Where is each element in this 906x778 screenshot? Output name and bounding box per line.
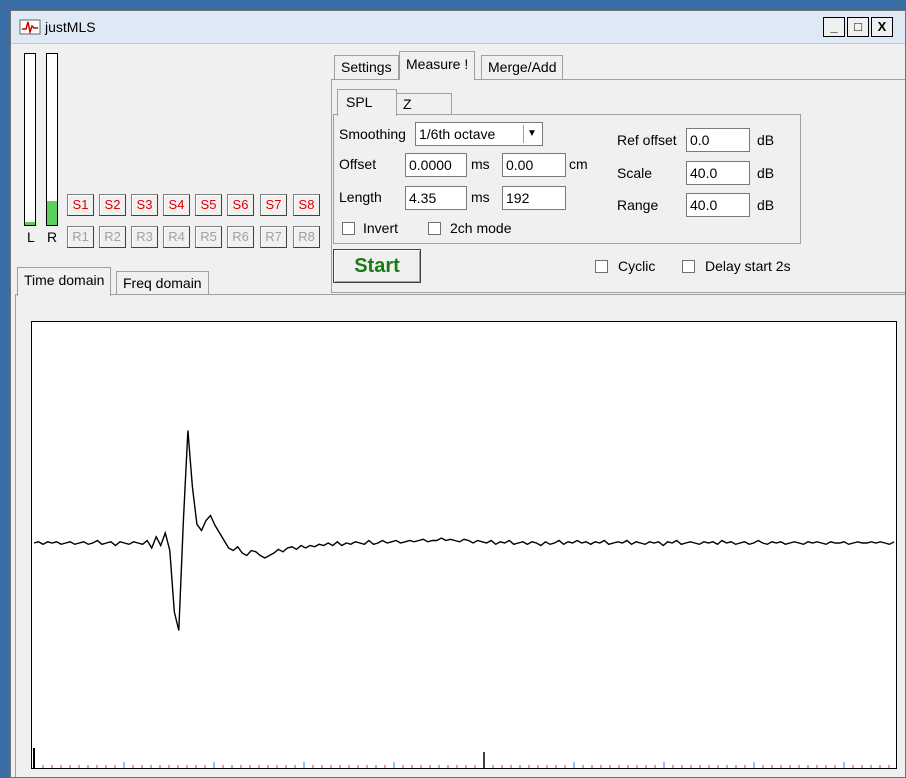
smoothing-label: Smoothing [339,126,406,142]
recall-slot-button-3[interactable]: R3 [131,226,158,248]
store-slot-button-2[interactable]: S2 [99,194,126,216]
minimize-button[interactable]: _ [823,17,845,37]
range-field[interactable]: 40.0 [686,193,750,217]
smoothing-select[interactable]: 1/6th octave ▼ [415,122,543,146]
store-slot-button-8[interactable]: S8 [293,194,320,216]
store-slot-button-6[interactable]: S6 [227,194,254,216]
length-ms-field[interactable]: 4.35 [405,186,467,210]
recall-slot-button-8[interactable]: R8 [293,226,320,248]
close-button[interactable]: X [871,17,893,37]
ref-offset-unit: dB [757,132,775,148]
ref-offset-field[interactable]: 0.0 [686,128,750,152]
length-samples-field[interactable]: 192 [502,186,566,210]
invert-checkbox[interactable] [342,222,355,235]
store-slot-button-3[interactable]: S3 [131,194,158,216]
tab-time-domain[interactable]: Time domain [17,267,112,296]
tab-spl[interactable]: SPL [337,89,397,116]
window-title: justMLS [45,19,96,35]
tab-z[interactable]: Z [396,93,452,115]
store-slot-button-1[interactable]: S1 [67,194,94,216]
store-slot-button-5[interactable]: S5 [195,194,222,216]
left-meter-label: L [27,229,35,245]
maximize-button[interactable]: □ [847,17,869,37]
tab-measure[interactable]: Measure ! [399,51,476,80]
delay-start-checkbox[interactable] [682,260,695,273]
ref-offset-label: Ref offset [617,132,677,148]
left-level-meter [24,53,36,226]
scale-field[interactable]: 40.0 [686,161,750,185]
cyclic-label: Cyclic [618,258,656,274]
offset-ms-unit: ms [471,156,490,172]
tab-settings[interactable]: Settings [334,55,399,79]
invert-label: Invert [363,220,399,236]
impulse-response-chart [33,430,895,768]
recall-slot-button-7[interactable]: R7 [260,226,287,248]
recall-slot-button-5[interactable]: R5 [195,226,222,248]
range-label: Range [617,197,659,213]
offset-cm-unit: cm [569,156,588,172]
title-bar[interactable]: justMLS _ □ X [11,11,905,44]
right-level-fill [47,201,57,225]
app-icon [19,19,41,35]
recall-slot-button-6[interactable]: R6 [227,226,254,248]
chevron-down-icon[interactable]: ▼ [523,125,540,143]
time-domain-plot[interactable] [31,321,897,769]
length-label: Length [339,189,382,205]
2ch-mode-checkbox[interactable] [428,222,441,235]
delay-start-label: Delay start 2s [705,258,791,274]
right-level-meter [46,53,58,226]
recall-slot-button-2[interactable]: R2 [99,226,126,248]
left-level-fill [25,221,35,225]
impulse-trace [33,430,895,631]
offset-ms-field[interactable]: 0.0000 [405,153,467,177]
tab-freq-domain[interactable]: Freq domain [116,271,209,295]
tab-merge-add[interactable]: Merge/Add [481,55,564,79]
scale-label: Scale [617,165,653,181]
length-ms-unit: ms [471,189,490,205]
cyclic-checkbox[interactable] [595,260,608,273]
offset-cm-field[interactable]: 0.00 [502,153,566,177]
smoothing-value: 1/6th octave [419,126,496,142]
recall-slot-button-1[interactable]: R1 [67,226,94,248]
range-unit: dB [757,197,775,213]
scale-unit: dB [757,165,775,181]
right-meter-label: R [47,229,58,245]
store-slot-button-7[interactable]: S7 [260,194,287,216]
store-slot-button-4[interactable]: S4 [163,194,190,216]
start-button[interactable]: Start [333,249,421,283]
recall-slot-button-4[interactable]: R4 [163,226,190,248]
app-window: justMLS _ □ X L R Settings Measure ! Mer… [10,10,906,778]
offset-label: Offset [339,156,377,172]
2ch-mode-label: 2ch mode [450,220,512,236]
